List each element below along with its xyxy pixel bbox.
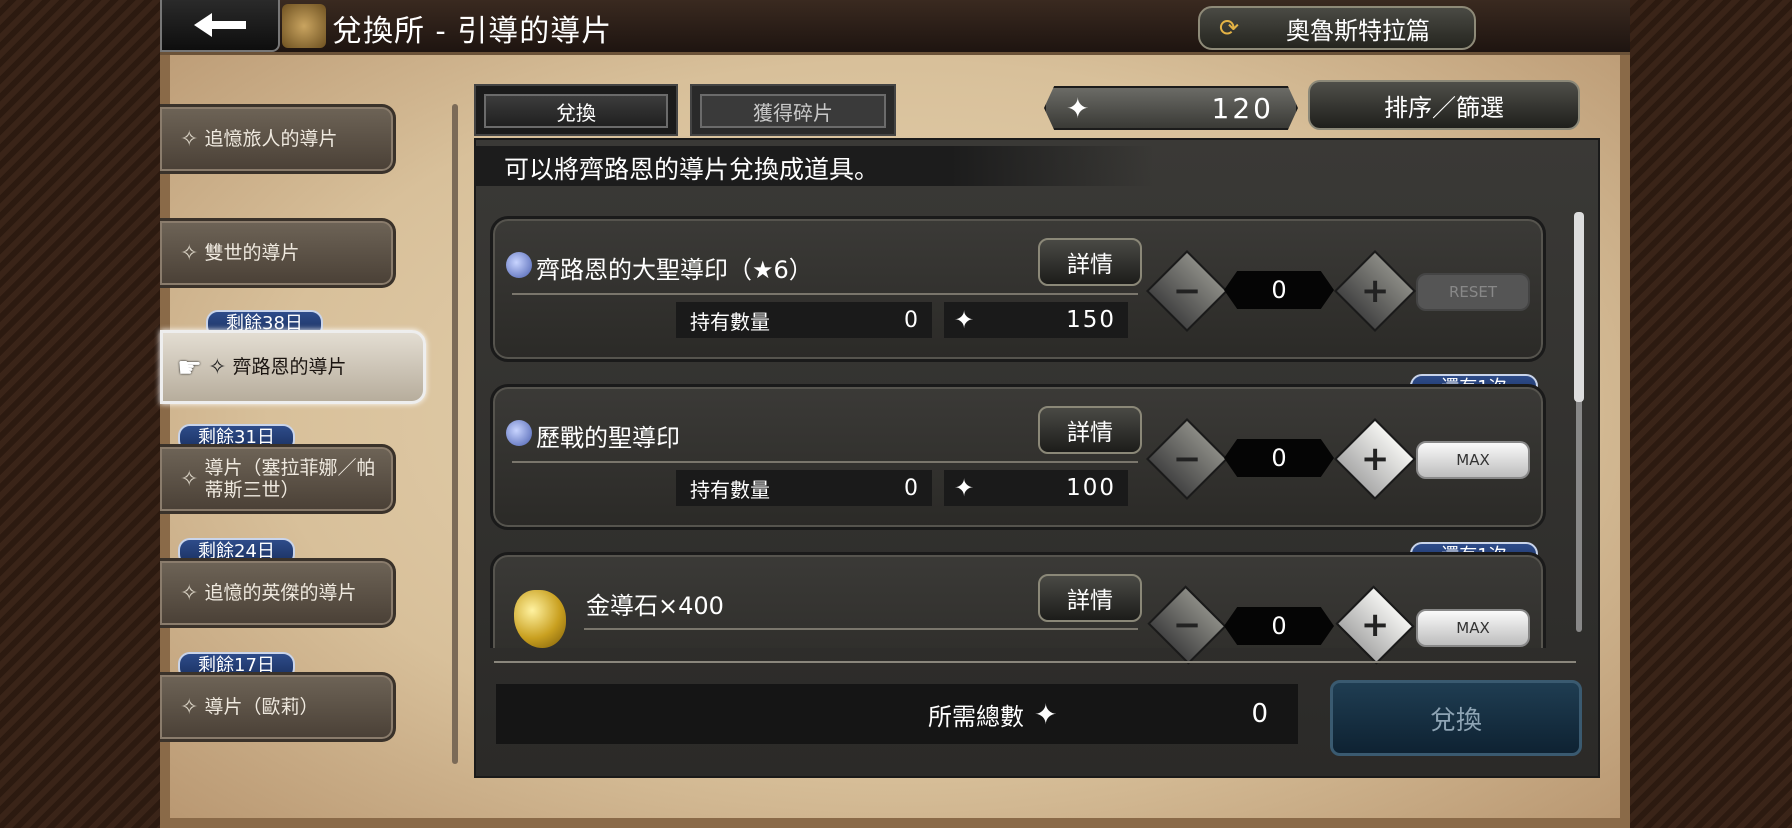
shard-icon: ✧ <box>208 354 227 380</box>
quantity-value: 0 <box>1224 607 1334 645</box>
quantity-value: 0 <box>1224 439 1334 477</box>
minus-icon: − <box>1172 605 1202 645</box>
tab-exchange[interactable]: 兌換 <box>474 84 678 136</box>
shard-currency-icon: ✦ <box>954 474 975 502</box>
owned-count: 持有數量 0 <box>676 302 932 338</box>
shard-currency-icon: ✦ <box>1034 697 1058 731</box>
seal-icon <box>506 252 532 278</box>
left-background <box>0 0 160 828</box>
owned-value: 0 <box>904 475 918 501</box>
pointing-hand-icon: ☛ <box>177 350 203 384</box>
sidebar-item-label: 齊路恩的導片 <box>232 356 347 378</box>
sidebar-item-kilruen-shard[interactable]: ☛ ✧ 齊路恩的導片 <box>160 330 426 404</box>
plus-icon: + <box>1360 439 1390 479</box>
right-background <box>1630 0 1792 828</box>
cost-display: ✦ 100 <box>944 470 1128 506</box>
tab-label: 兌換 <box>484 94 668 128</box>
sidebar-item-label: 雙世的導片 <box>204 242 300 264</box>
detail-button[interactable]: 詳情 <box>1038 406 1142 454</box>
tab-obtain-fragments[interactable]: 獲得碎片 <box>690 84 896 136</box>
quantity-value: 0 <box>1224 271 1334 309</box>
exchange-shop-icon <box>282 4 326 48</box>
cost-value: 100 <box>1066 475 1116 501</box>
max-button[interactable]: MAX <box>1416 609 1530 647</box>
back-arrow-icon <box>194 13 246 37</box>
minus-icon: − <box>1172 271 1202 311</box>
reset-button[interactable]: RESET <box>1416 273 1530 311</box>
owned-count: 持有數量 0 <box>676 470 932 506</box>
sort-filter-button[interactable]: 排序／篩選 <box>1308 80 1580 130</box>
shard-icon: ✧ <box>180 466 199 492</box>
seal-icon <box>506 420 532 446</box>
refresh-icon: ⟳ <box>1218 14 1240 42</box>
footer-divider <box>494 661 1576 663</box>
tab-label: 獲得碎片 <box>700 94 886 128</box>
shard-icon: ✧ <box>180 240 199 266</box>
shard-currency-icon: ✦ <box>1066 91 1090 125</box>
detail-button[interactable]: 詳情 <box>1038 238 1142 286</box>
story-select-button[interactable]: ⟳ 奧魯斯特拉篇 <box>1198 6 1476 50</box>
total-required: 所需總數 ✦ 0 <box>496 684 1298 744</box>
owned-label: 持有數量 <box>690 477 770 502</box>
total-label: 所需總數 <box>928 702 1024 731</box>
item-divider <box>512 461 1138 463</box>
item-list-scroll-thumb[interactable] <box>1574 212 1584 402</box>
sidebar-item-hero-shard[interactable]: ✧ 追憶的英傑的導片 <box>160 558 396 628</box>
sidebar-item-traveler-shard[interactable]: ✧ 追憶旅人的導片 <box>160 104 396 174</box>
currency-display: ✦ 120 <box>1044 86 1298 130</box>
owned-value: 0 <box>904 307 918 333</box>
exchange-button[interactable]: 兌換 <box>1330 680 1582 756</box>
item-name: 齊路恩的大聖導印（★6） <box>536 256 813 284</box>
currency-value: 120 <box>1211 91 1274 125</box>
sidebar-item-twin-world-shard[interactable]: ✧ 雙世的導片 <box>160 218 396 288</box>
owned-label: 持有數量 <box>690 309 770 334</box>
item-name: 歷戰的聖導印 <box>536 424 680 452</box>
shard-currency-icon: ✦ <box>954 306 975 334</box>
sidebar-item-label: 追憶旅人的導片 <box>204 128 338 150</box>
page-title: 兌換所 - 引導的導片 <box>332 14 613 49</box>
plus-icon: + <box>1360 605 1390 645</box>
shard-icon: ✧ <box>180 126 199 152</box>
cost-value: 150 <box>1066 307 1116 333</box>
sidebar-scrollbar[interactable] <box>452 104 458 764</box>
sidebar-item-serafina-shard[interactable]: ✧ 導片（塞拉菲娜／帕蒂斯三世） <box>160 444 396 514</box>
item-divider <box>512 293 1138 295</box>
description-text: 可以將齊路恩的導片兌換成道具。 <box>504 155 880 184</box>
shard-icon: ✧ <box>180 694 199 720</box>
minus-icon: − <box>1172 439 1202 479</box>
back-button[interactable] <box>160 0 280 52</box>
cost-display: ✦ 150 <box>944 302 1128 338</box>
max-button[interactable]: MAX <box>1416 441 1530 479</box>
sidebar-item-label: 導片（歐莉） <box>204 696 319 718</box>
sidebar-item-ori-shard[interactable]: ✧ 導片（歐莉） <box>160 672 396 742</box>
shard-icon: ✧ <box>180 580 199 606</box>
item-divider <box>584 628 1138 630</box>
total-value: 0 <box>1251 699 1268 729</box>
sidebar-item-label: 導片（塞拉菲娜／帕蒂斯三世） <box>204 457 376 501</box>
plus-icon: + <box>1360 271 1390 311</box>
detail-button[interactable]: 詳情 <box>1038 574 1142 622</box>
story-select-label: 奧魯斯特拉篇 <box>1286 16 1430 45</box>
item-name: 金導石×400 <box>586 592 724 620</box>
sidebar-item-label: 追憶的英傑的導片 <box>204 582 357 604</box>
